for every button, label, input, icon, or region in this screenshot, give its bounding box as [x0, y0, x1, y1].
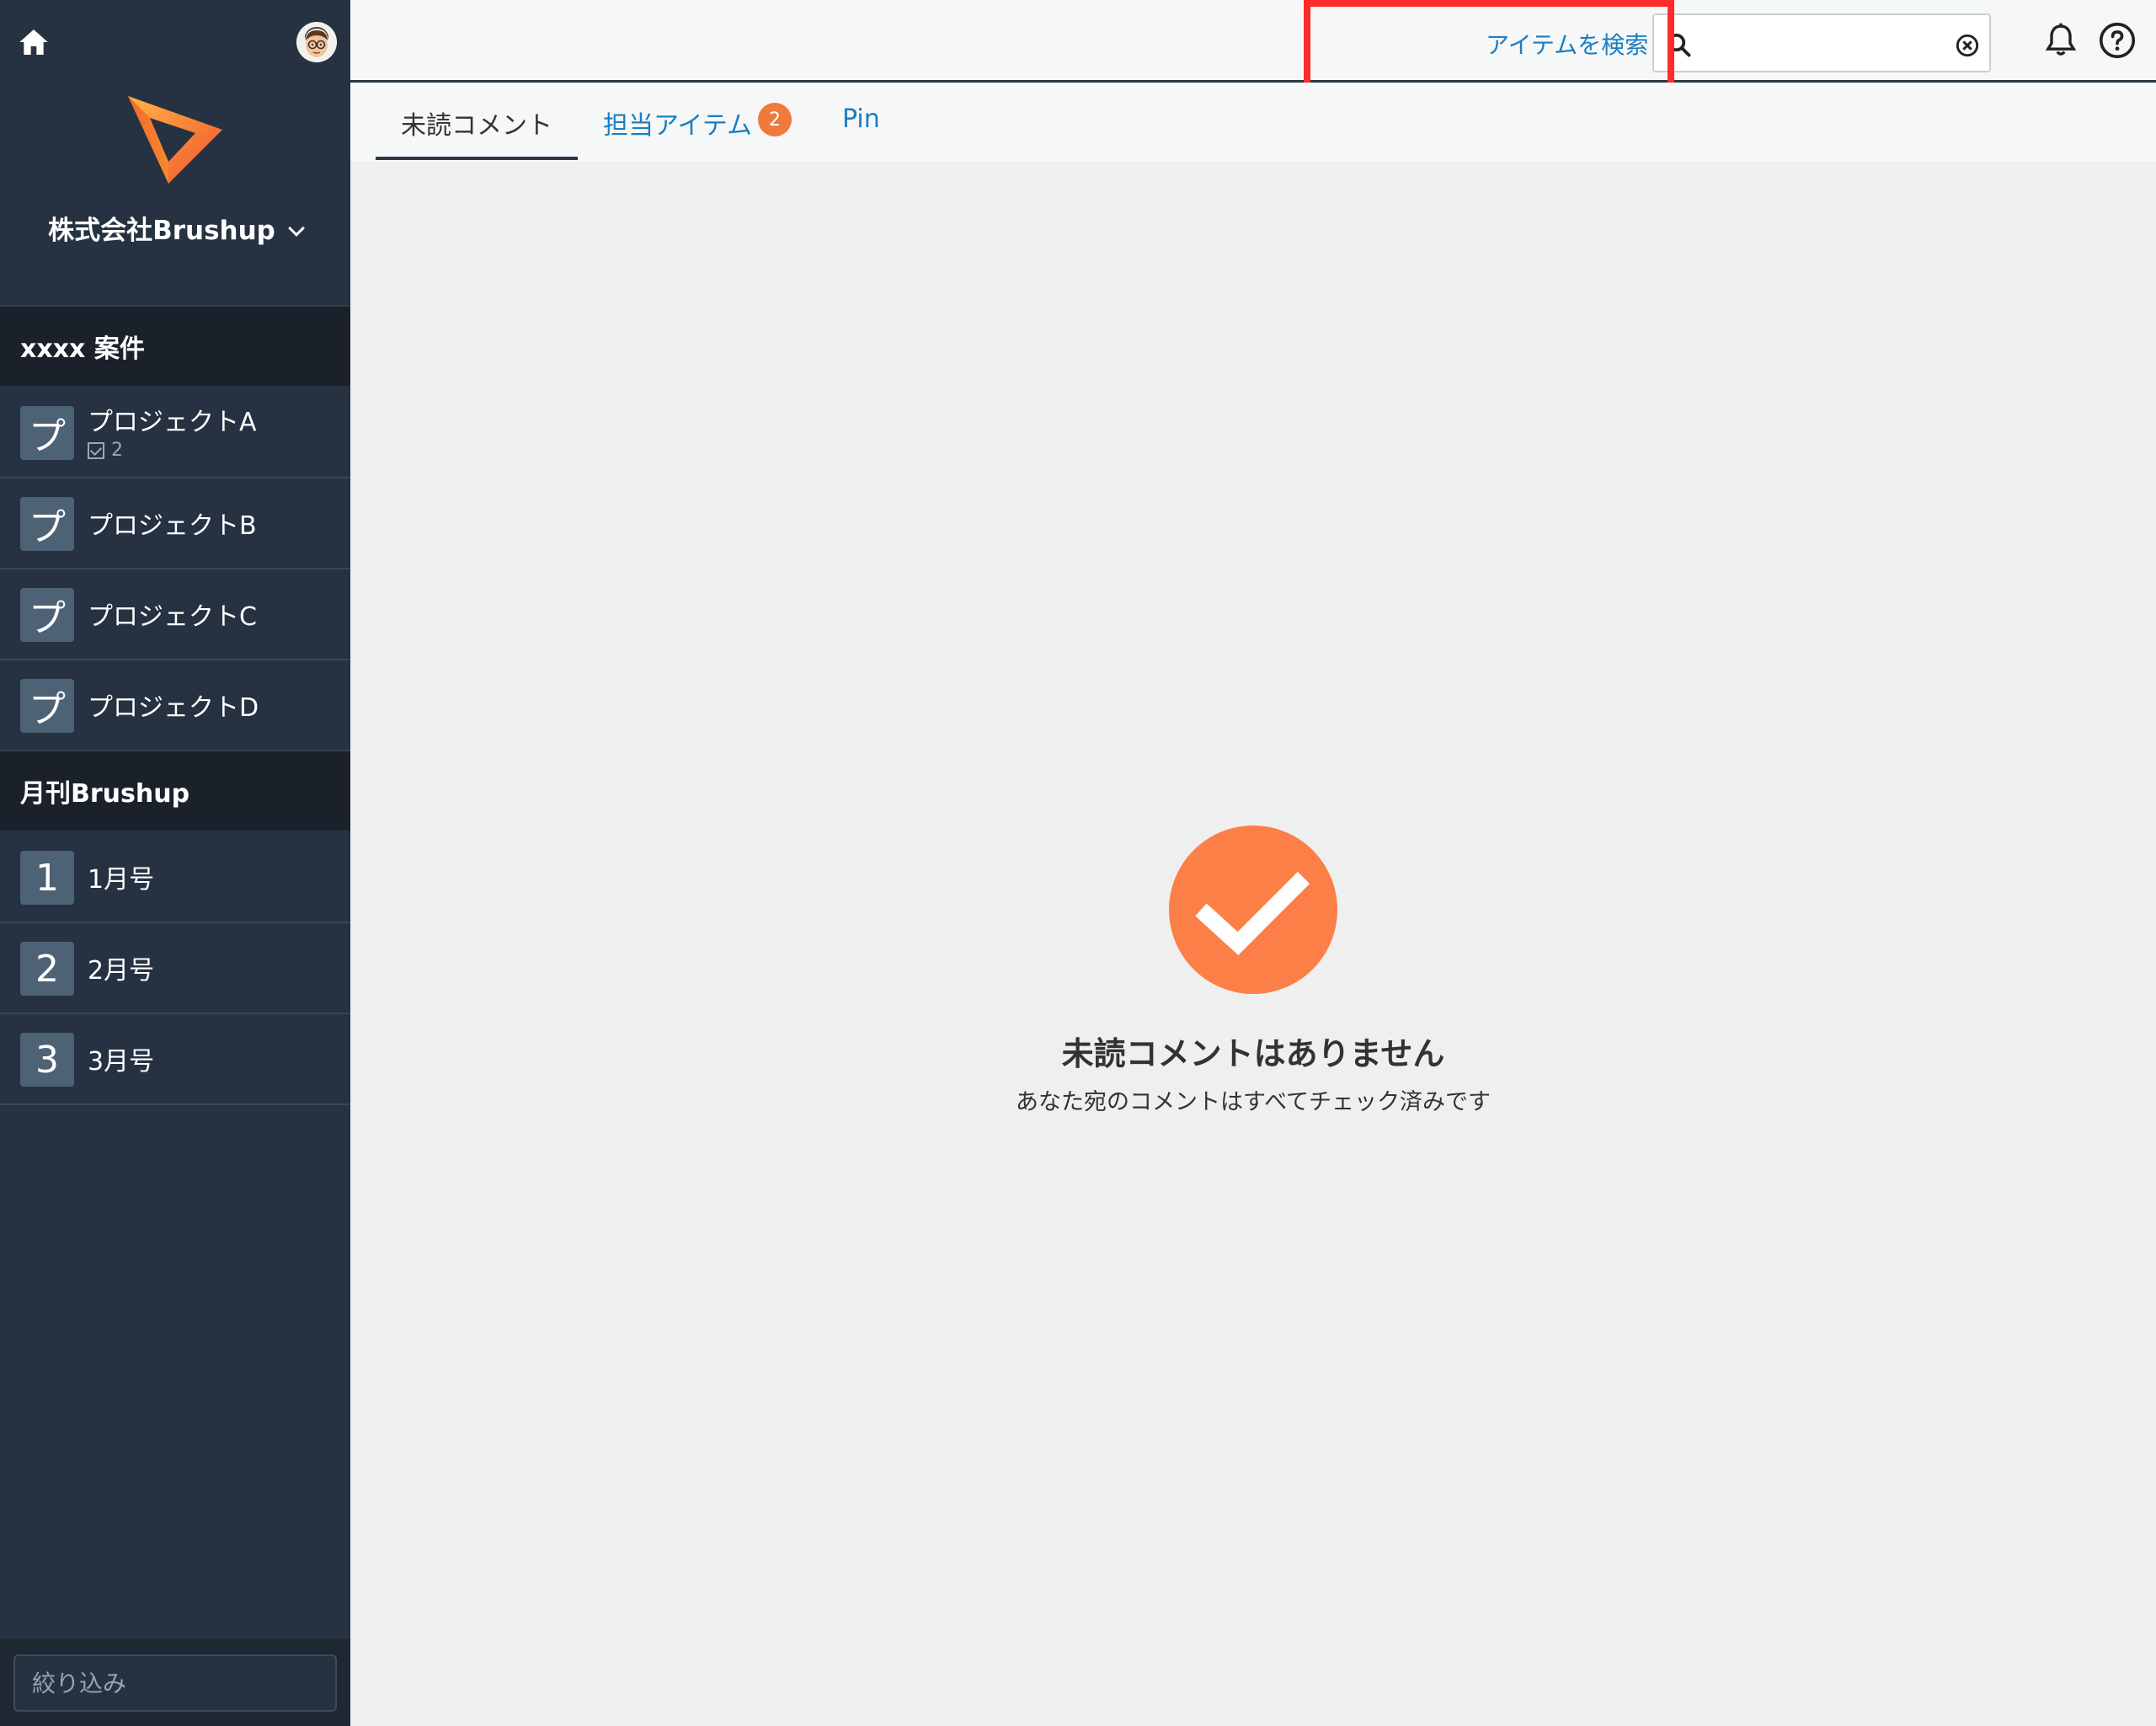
sidebar-item-january[interactable]: 1 1月号 — [0, 832, 350, 923]
sidebar-item-label: プロジェクトB — [88, 511, 257, 541]
search-input[interactable] — [1700, 24, 1944, 64]
help-icon[interactable] — [2099, 22, 2136, 59]
active-tab-indicator — [376, 157, 578, 160]
clear-icon[interactable] — [1956, 34, 1979, 57]
issue-icon: 3 — [20, 1033, 74, 1087]
org-name: 株式会社Brushup — [48, 216, 275, 246]
sidebar-item-label: 1月号 — [88, 865, 155, 895]
brushup-logo — [128, 96, 222, 184]
issue-icon: 1 — [20, 851, 74, 905]
empty-state-subtitle: あなた宛のコメントはすべてチェック済みです — [1015, 1089, 1492, 1115]
filter-area — [0, 1639, 350, 1726]
sidebar-item-label: 3月号 — [88, 1047, 155, 1077]
sidebar-item-project-c[interactable]: プ プロジェクトC — [0, 569, 350, 660]
tab-pin[interactable]: Pin — [842, 104, 880, 134]
sidebar-item-project-a[interactable]: プ プロジェクトA 2 — [0, 387, 350, 478]
sidebar-item-february[interactable]: 2 2月号 — [0, 923, 350, 1014]
avatar[interactable] — [296, 22, 337, 62]
tab-bar: 未読コメント 担当アイテム 2 Pin — [350, 83, 2156, 162]
sidebar-item-label: 2月号 — [88, 956, 155, 986]
sidebar-item-label: プロジェクトD — [88, 693, 259, 723]
group-header: xxxx 案件 — [0, 305, 350, 386]
header: アイテムを検索 — [350, 0, 2156, 83]
sidebar-item-label: プロジェクトA — [88, 408, 257, 437]
home-icon[interactable] — [17, 25, 51, 59]
tab-assigned-items[interactable]: 担当アイテム — [603, 104, 752, 142]
sidebar-item-label: プロジェクトC — [88, 602, 257, 632]
sidebar-item-project-b[interactable]: プ プロジェクトB — [0, 478, 350, 569]
filter-input[interactable] — [13, 1654, 337, 1712]
task-count: 2 — [88, 440, 123, 461]
empty-state-title: 未読コメントはありません — [1061, 1035, 1445, 1072]
check-circle-icon — [1169, 826, 1337, 994]
group-header: 月刊Brushup — [0, 750, 350, 831]
project-icon: プ — [20, 588, 74, 642]
tab-unread-comments[interactable]: 未読コメント — [401, 104, 552, 142]
sidebar-item-march[interactable]: 3 3月号 — [0, 1014, 350, 1105]
group-title: 月刊Brushup — [20, 779, 190, 809]
project-icon: プ — [20, 406, 74, 460]
chevron-down-icon — [287, 220, 305, 237]
bell-icon[interactable] — [2043, 22, 2079, 59]
search-highlight-box — [1304, 0, 1674, 91]
task-count-value: 2 — [111, 440, 123, 461]
assigned-count-badge: 2 — [758, 103, 792, 136]
project-icon: プ — [20, 497, 74, 551]
sidebar-item-project-d[interactable]: プ プロジェクトD — [0, 660, 350, 751]
checkbox-icon — [88, 441, 104, 459]
search-box[interactable] — [1652, 13, 1991, 72]
sidebar: 株式会社Brushup xxxx 案件 プ プロジェクトA 2 プ プロジェクト… — [0, 0, 350, 1726]
issue-icon: 2 — [20, 942, 74, 996]
project-icon: プ — [20, 679, 74, 733]
org-switcher[interactable]: 株式会社Brushup — [0, 209, 350, 247]
group-title: xxxx 案件 — [20, 334, 145, 364]
